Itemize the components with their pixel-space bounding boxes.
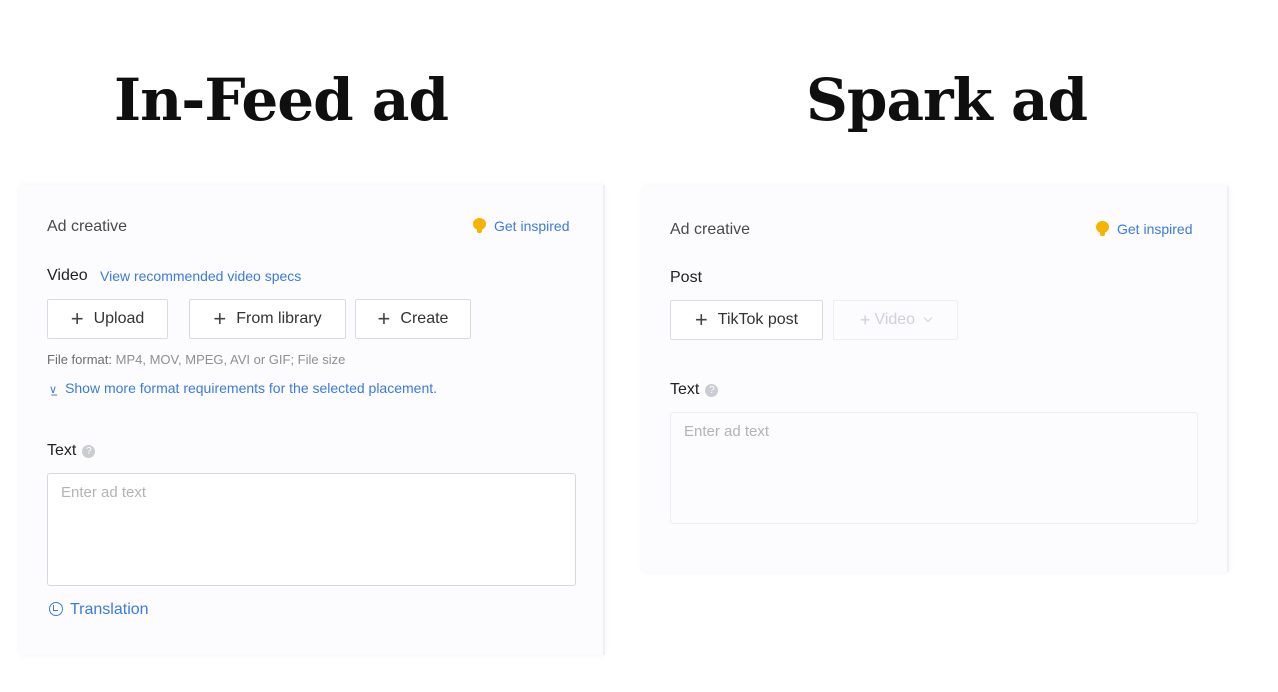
create-label: Create [400, 310, 449, 327]
help-question-icon[interactable]: ? [705, 384, 719, 397]
upload-button[interactable]: + Upload [47, 299, 168, 339]
spark-ad-creative-panel: Ad creative Get inspired Post + TikTok po… [643, 186, 1229, 572]
show-more-requirements-link[interactable]: ∨̲ Show more format requirements for the … [49, 380, 437, 396]
file-format-label: File format: [47, 352, 113, 367]
translation-link[interactable]: Translation [49, 601, 149, 619]
text-label-text: Text [47, 442, 77, 459]
video-dropdown-label: Video [874, 311, 916, 328]
help-question-icon[interactable]: ? [82, 445, 96, 458]
get-inspired-label: Get inspired [1117, 221, 1193, 237]
ad-text-input[interactable] [47, 473, 576, 586]
chevron-down-icon [923, 313, 933, 323]
show-more-label: Show more format requirements for the se… [65, 380, 438, 396]
text-label: Text? [47, 442, 96, 460]
get-inspired-label: Get inspired [494, 218, 570, 234]
translation-label: Translation [70, 601, 149, 618]
plus-icon: + [213, 306, 227, 331]
post-label: Post [670, 269, 703, 286]
infeed-heading: In-Feed ad [114, 66, 449, 134]
text-label: Text? [670, 381, 719, 399]
video-label: Video [47, 267, 88, 284]
double-chevron-down-icon: ∨̲ [49, 384, 58, 396]
plus-icon: + [377, 306, 391, 331]
video-specs-link[interactable]: View recommended video specs [100, 268, 301, 284]
get-inspired-link[interactable]: Get inspired [1096, 221, 1192, 237]
lightbulb-icon [1096, 221, 1109, 236]
from-library-label: From library [236, 310, 322, 327]
upload-label: Upload [93, 310, 145, 327]
video-dropdown-button[interactable]: + Video [833, 300, 958, 340]
plus-icon: + [859, 310, 871, 330]
file-format-value: MP4, MOV, MPEG, AVI or GIF; File size [115, 352, 346, 367]
tiktok-post-button[interactable]: + TikTok post [670, 300, 823, 340]
get-inspired-link[interactable]: Get inspired [473, 218, 569, 234]
file-format-hint: File format: MP4, MOV, MPEG, AVI or GIF;… [47, 352, 345, 367]
from-library-button[interactable]: + From library [189, 299, 346, 339]
text-label-text: Text [670, 381, 700, 398]
section-title: Ad creative [47, 218, 128, 235]
infeed-ad-creative-panel: Ad creative Get inspired Video View reco… [20, 185, 605, 655]
create-button[interactable]: + Create [355, 299, 471, 339]
tiktok-post-label: TikTok post [717, 311, 799, 328]
lightbulb-icon [473, 218, 486, 233]
spark-heading: Spark ad [806, 66, 1088, 134]
plus-icon: + [694, 307, 708, 332]
translation-icon [49, 602, 63, 616]
ad-text-input[interactable] [670, 412, 1198, 524]
section-title: Ad creative [670, 221, 751, 238]
plus-icon: + [70, 306, 84, 331]
